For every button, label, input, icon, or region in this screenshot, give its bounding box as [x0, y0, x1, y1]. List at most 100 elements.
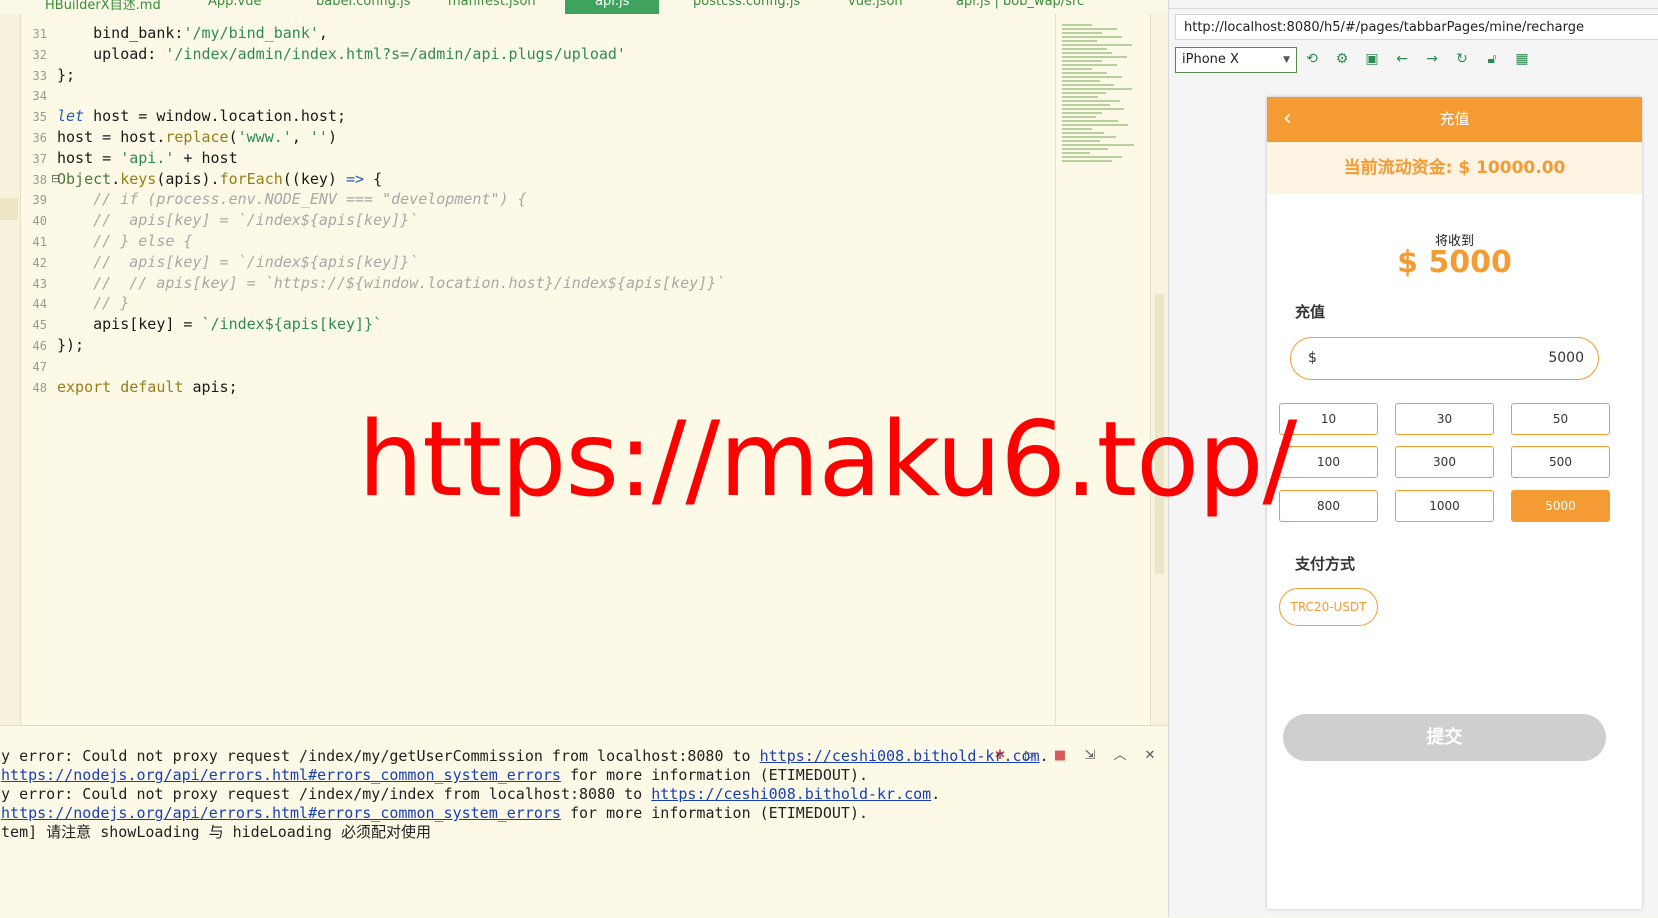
console-line: https://nodejs.org/api/errors.html#error… [0, 803, 868, 823]
tab-file[interactable]: api.js | bob_wap/src [956, 0, 1084, 14]
code-token: // } else { [57, 232, 193, 250]
amount-option-5000[interactable]: 5000 [1511, 490, 1610, 522]
code-token: keys [120, 169, 157, 188]
code-token: apis; [183, 377, 238, 396]
code-line: 44 // } [20, 292, 130, 314]
code-line: 33}; [20, 64, 76, 86]
nav-bar: ‹ 充值 [1267, 97, 1642, 142]
minimap-line [1062, 108, 1124, 110]
code-token: , [291, 128, 310, 146]
minimap-line [1062, 148, 1108, 150]
console-text: for more information (ETIMEDOUT). [560, 766, 868, 784]
watermark-text: https://maku6.top/ [358, 400, 1297, 520]
console-link[interactable]: https://nodejs.org/api/errors.html#error… [1, 766, 561, 784]
url-bar[interactable]: http://localhost:8080/h5/#/pages/tabbarP… [1175, 14, 1658, 40]
line-number: 34 [32, 89, 47, 104]
refresh-icon[interactable]: ↻ [1454, 51, 1470, 67]
minimap-line [1062, 60, 1102, 62]
console-line: xy error: Could not proxy request /index… [0, 746, 1049, 766]
minimap-line [1062, 56, 1127, 58]
line-number: 33 [32, 68, 47, 83]
minimap-line [1062, 68, 1092, 70]
minimap-line [1062, 92, 1106, 94]
amount-option-300[interactable]: 300 [1395, 446, 1494, 478]
submit-button[interactable]: 提交 [1283, 714, 1606, 761]
rotate-icon[interactable]: ⟲ [1304, 51, 1320, 67]
code-line: 40 // apis[key] = `/index${apis[key]}` [20, 209, 419, 231]
amount-option-30[interactable]: 30 [1395, 403, 1494, 435]
line-number: 32 [32, 47, 47, 62]
minimap-line [1062, 64, 1117, 66]
gear-icon[interactable]: ⚙ [1334, 51, 1350, 67]
console-link[interactable]: https://ceshi008.bithold-kr.com [760, 747, 1040, 765]
code-line: 35 let host = window.location.host; [20, 105, 346, 127]
tab-active[interactable]: api.js [565, 0, 660, 14]
code-line: 39 // if (process.env.NODE_ENV === "deve… [20, 188, 527, 210]
minimap-line [1062, 124, 1128, 126]
qrcode-icon[interactable]: ▦ [1514, 51, 1530, 67]
console-icon[interactable]: ▣ [1364, 51, 1380, 67]
code-token: ( [228, 128, 238, 146]
code-token: ((key) [282, 169, 346, 188]
code-token: host = [57, 148, 121, 167]
code-token: Object [57, 169, 112, 188]
amount-option-50[interactable]: 50 [1511, 403, 1610, 435]
device-select[interactable]: iPhone X ▼ [1175, 47, 1297, 73]
code-token: (apis). [156, 169, 220, 188]
code-line: 36 host = host.replace('www.', '') [20, 126, 337, 148]
code-token: + host [174, 148, 238, 167]
console-text: for more information (ETIMEDOUT). [560, 804, 868, 822]
back-arrow-icon[interactable]: ← [1394, 51, 1410, 67]
minimap-line [1062, 44, 1132, 46]
amount-option-500[interactable]: 500 [1511, 446, 1610, 478]
code-token: '/my/bind_bank' [183, 24, 319, 42]
code-area[interactable]: 31 bind_bank:'/my/bind_bank', 32 upload: … [0, 14, 1055, 725]
amount-input[interactable]: $ 5000 [1290, 337, 1599, 380]
console-panel: ✱ ▷ ■ ⇲ ︿ ✕ xy error: Could not proxy re… [0, 725, 1168, 918]
tab-file[interactable]: babel.config.js [316, 0, 411, 14]
console-link[interactable]: https://nodejs.org/api/errors.html#error… [1, 804, 561, 822]
line-number: 46 [32, 339, 47, 353]
minimap-line [1062, 128, 1092, 130]
fold-icon[interactable]: ⊟ [51, 172, 60, 185]
line-number: 39 [32, 193, 47, 208]
code-token: replace [165, 128, 229, 146]
collapse-icon[interactable]: ︿ [1112, 748, 1128, 764]
minimap-line [1062, 52, 1112, 54]
tab-file[interactable]: manifest.json [448, 0, 536, 14]
tab-file[interactable]: App.vue [208, 0, 261, 14]
payment-option-usdt[interactable]: TRC20-USDT [1279, 588, 1378, 626]
lock-icon[interactable]: 🔓︎ [1484, 51, 1500, 67]
tab-file[interactable]: vue.json [848, 0, 903, 14]
code-token: '' [309, 128, 328, 146]
console-link[interactable]: https://ceshi008.bithold-kr.com [651, 785, 931, 803]
console-text: xy error: Could not proxy request /index… [0, 747, 760, 765]
code-token: // // apis[key] = `https://${window.loca… [57, 273, 726, 292]
line-number: 45 [32, 318, 47, 333]
forward-arrow-icon[interactable]: → [1424, 51, 1440, 67]
minimap-line [1062, 104, 1110, 106]
stop-icon[interactable]: ■ [1052, 748, 1068, 764]
editor-scrollbar[interactable] [1150, 14, 1169, 725]
clear-icon[interactable]: ✕ [1142, 748, 1158, 764]
minimap-line [1062, 156, 1122, 158]
tab-file[interactable]: postcss.config.js [693, 0, 800, 14]
export-icon[interactable]: ⇲ [1082, 748, 1098, 764]
minimap-line [1062, 40, 1097, 42]
amount-value: 5000 [1548, 350, 1584, 366]
minimap-line [1062, 140, 1100, 142]
minimap-line [1062, 48, 1107, 50]
line-number: 43 [32, 276, 47, 291]
tab-file[interactable]: HBuilderX自述.md [45, 0, 161, 14]
recharge-label: 充值 [1295, 303, 1326, 321]
console-text: xy error: Could not proxy request /index… [0, 785, 652, 803]
amount-option-1000[interactable]: 1000 [1395, 490, 1494, 522]
current-funds: 当前流动资金: $ 10000.00 [1267, 142, 1642, 194]
minimap-line [1062, 136, 1116, 138]
code-token: ) [327, 128, 337, 146]
minimap[interactable] [1055, 14, 1151, 725]
minimap-line [1062, 112, 1102, 114]
code-line: 34 [20, 84, 57, 106]
line-number: 41 [32, 235, 47, 249]
code-token: }; [57, 65, 76, 84]
